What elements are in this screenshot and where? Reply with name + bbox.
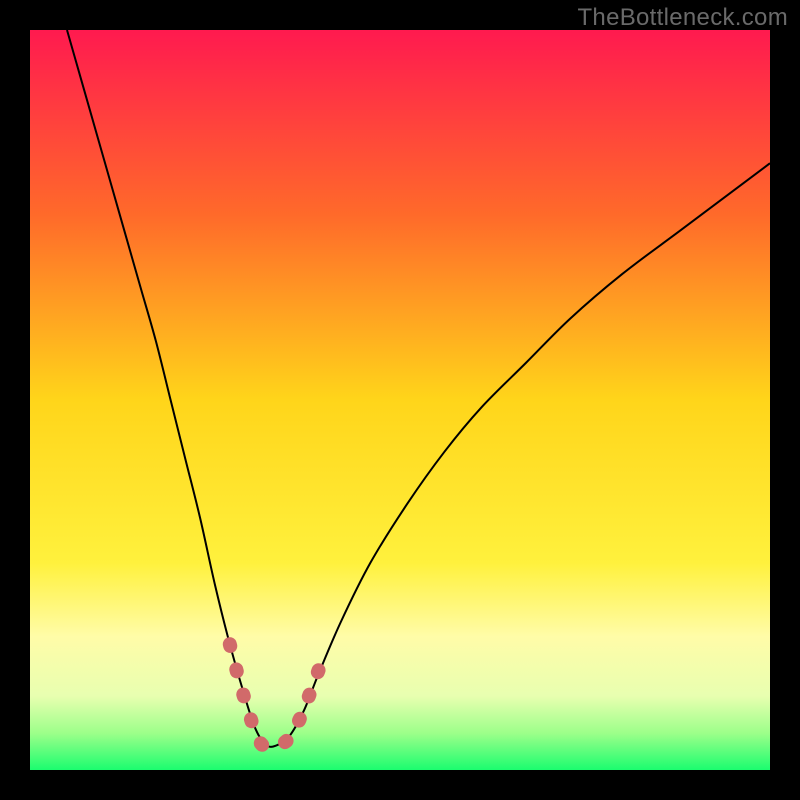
chart-container: TheBottleneck.com [0,0,800,800]
plot-frame [30,30,770,770]
plot-background [30,30,770,770]
watermark-text: TheBottleneck.com [577,4,788,32]
plot-svg [30,30,770,770]
